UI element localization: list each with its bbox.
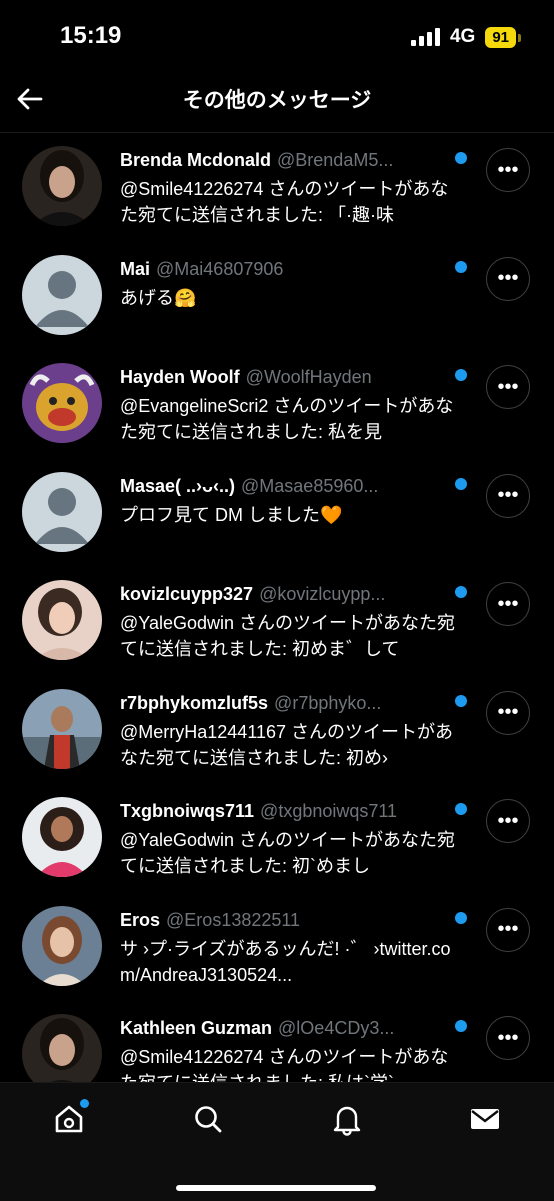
sender-name: Kathleen Guzman xyxy=(120,1018,273,1038)
sender-handle: @txgbnoiwqs711 xyxy=(260,801,398,821)
name-line: Txgbnoiwqs711 @txgbnoiwqs711 xyxy=(120,799,456,823)
sender-name: Eros xyxy=(120,909,161,930)
unread-dot xyxy=(455,586,467,598)
more-options-button[interactable]: ••• xyxy=(486,365,530,409)
message-content: Txgbnoiwqs711 @txgbnoiwqs711 @YaleGodwin … xyxy=(120,799,456,879)
more-options-button[interactable]: ••• xyxy=(486,1016,530,1060)
message-preview: @YaleGodwin さんのツイートがあなた宛てに送信されました: 初`めまし xyxy=(120,830,455,876)
sender-name: kovizlcuypp327 xyxy=(120,584,254,604)
search-icon[interactable] xyxy=(191,1102,225,1136)
message-content: kovizlcuypp327 @kovizlcuypp... @YaleGodwi… xyxy=(120,582,456,662)
name-line: r7bphykomzluf5s @r7bphyko... xyxy=(120,691,456,715)
list-item[interactable]: Hayden Woolf @WoolfHayden @EvangelineScri… xyxy=(0,349,554,458)
avatar[interactable] xyxy=(22,471,102,552)
message-preview: @EvangelineScri2 さんのツイートがあなた宛てに送信されました: … xyxy=(120,396,454,442)
unread-dot xyxy=(455,369,467,381)
name-line: Mai @Mai46807906 xyxy=(120,257,456,281)
list-item[interactable]: Mai @Mai46807906 あげる🤗 ••• xyxy=(0,241,554,350)
more-options-button[interactable]: ••• xyxy=(486,799,530,843)
sender-handle: @Masae85960... xyxy=(241,475,379,496)
avatar[interactable] xyxy=(22,580,102,660)
page-title: その他のメッセージ xyxy=(182,89,372,112)
messages-icon[interactable] xyxy=(468,1102,502,1136)
home-icon[interactable] xyxy=(52,1099,89,1136)
sender-handle: @lOe4CDy3... xyxy=(278,1018,395,1038)
signal-icon xyxy=(410,28,440,46)
message-preview: @YaleGodwin さんのツイートがあなた宛てに送信されました: 初めま゛し… xyxy=(120,613,455,659)
sender-handle: @Mai46807906 xyxy=(156,258,284,279)
list-item[interactable]: Eros @Eros13822511 サ ›プ·ライズがあるッんだ! ·゛ ›tw… xyxy=(0,892,554,1001)
sender-handle: @r7bphyko... xyxy=(274,692,382,713)
header: その他のメッセージ xyxy=(0,66,554,133)
avatar[interactable] xyxy=(22,363,102,443)
sender-name: Masae( ..›ᴗ‹..) xyxy=(120,475,236,496)
name-line: Masae( ..›ᴗ‹..) @Masae85960... xyxy=(120,474,456,498)
sender-name: Txgbnoiwqs711 xyxy=(120,801,255,821)
message-content: Mai @Mai46807906 あげる🤗 xyxy=(120,257,456,311)
unread-dot xyxy=(455,152,467,164)
more-options-button[interactable]: ••• xyxy=(486,256,530,301)
message-preview: あげる🤗 xyxy=(120,287,197,308)
list-item[interactable]: Masae( ..›ᴗ‹..) @Masae85960... プロフ見て DM し… xyxy=(0,458,554,567)
sender-handle: @Eros13822511 xyxy=(166,909,301,930)
more-options-button[interactable]: ••• xyxy=(486,582,530,626)
name-line: Hayden Woolf @WoolfHayden xyxy=(120,365,456,389)
list-item[interactable]: Brenda Mcdonald @BrendaM5... @Smile412262… xyxy=(0,132,554,241)
more-options-button[interactable]: ••• xyxy=(486,690,530,735)
more-options-button[interactable]: ••• xyxy=(486,473,530,518)
sender-name: Mai xyxy=(120,258,151,279)
message-preview: サ ›プ·ライズがあるッんだ! ·゛ ›twitter.com/AndreaJ3… xyxy=(120,938,451,985)
message-preview: プロフ見て DM しました🧡 xyxy=(120,504,343,525)
sender-handle: @WoolfHayden xyxy=(245,367,372,387)
name-line: Brenda Mcdonald @BrendaM5... xyxy=(120,148,456,172)
message-content: Eros @Eros13822511 サ ›プ·ライズがあるッんだ! ·゛ ›tw… xyxy=(120,908,456,988)
avatar[interactable] xyxy=(22,905,102,986)
sender-name: r7bphykomzluf5s xyxy=(120,692,269,713)
avatar[interactable] xyxy=(22,146,102,226)
list-item[interactable]: r7bphykomzluf5s @r7bphyko... @MerryHa1244… xyxy=(0,675,554,784)
unread-dot xyxy=(455,694,467,707)
status-bar: 15:19 4G 91 xyxy=(0,0,554,66)
notifications-icon[interactable] xyxy=(330,1102,364,1136)
name-line: kovizlcuypp327 @kovizlcuypp... xyxy=(120,582,456,606)
message-list[interactable]: Brenda Mcdonald @BrendaM5... @Smile412262… xyxy=(0,132,554,1082)
avatar[interactable] xyxy=(22,797,102,877)
sender-name: Hayden Woolf xyxy=(120,367,240,387)
list-item[interactable]: Kathleen Guzman @lOe4CDy3... @Smile412262… xyxy=(0,1000,554,1082)
message-content: r7bphykomzluf5s @r7bphyko... @MerryHa1244… xyxy=(120,691,456,771)
message-preview: @MerryHa12441167 さんのツイートがあなた宛てに送信されました: … xyxy=(120,721,454,768)
avatar[interactable] xyxy=(22,1014,102,1082)
name-line: Kathleen Guzman @lOe4CDy3... xyxy=(120,1016,456,1040)
home-notification-dot xyxy=(80,1099,89,1108)
more-options-button[interactable]: ••• xyxy=(486,907,530,952)
message-content: Brenda Mcdonald @BrendaM5... @Smile412262… xyxy=(120,148,456,228)
message-preview: @Smile41226274 さんのツイートがあなた宛てに送信されました: 「·… xyxy=(120,179,449,225)
sender-handle: @BrendaM5... xyxy=(277,150,394,170)
unread-dot xyxy=(455,1020,467,1032)
battery-icon: 91 xyxy=(485,26,521,48)
status-indicators: 4G 91 xyxy=(410,26,521,48)
list-item[interactable]: Txgbnoiwqs711 @txgbnoiwqs711 @YaleGodwin … xyxy=(0,783,554,892)
name-line: Eros @Eros13822511 xyxy=(120,908,456,932)
unread-dot xyxy=(455,260,467,273)
sender-name: Brenda Mcdonald xyxy=(120,150,272,170)
message-content: Masae( ..›ᴗ‹..) @Masae85960... プロフ見て DM し… xyxy=(120,474,456,528)
status-time: 15:19 xyxy=(60,22,122,49)
list-item[interactable]: kovizlcuypp327 @kovizlcuypp... @YaleGodwi… xyxy=(0,566,554,675)
more-options-button[interactable]: ••• xyxy=(486,148,530,192)
message-content: Hayden Woolf @WoolfHayden @EvangelineScri… xyxy=(120,365,456,445)
message-preview: @Smile41226274 さんのツイートがあなた宛てに送信されました: 私は… xyxy=(120,1047,449,1082)
sender-handle: @kovizlcuypp... xyxy=(259,584,386,604)
unread-dot xyxy=(455,477,467,490)
avatar[interactable] xyxy=(22,688,102,769)
network-label: 4G xyxy=(449,26,476,47)
unread-dot xyxy=(455,803,467,815)
home-indicator[interactable] xyxy=(176,1185,376,1191)
unread-dot xyxy=(455,911,467,924)
avatar[interactable] xyxy=(22,254,102,335)
bottom-nav xyxy=(0,1082,554,1201)
message-content: Kathleen Guzman @lOe4CDy3... @Smile412262… xyxy=(120,1016,456,1082)
